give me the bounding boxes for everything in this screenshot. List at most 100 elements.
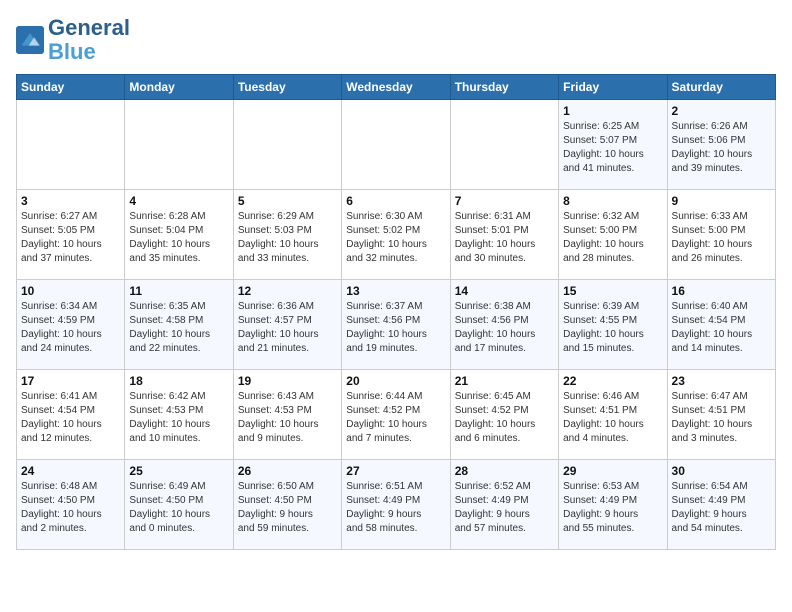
day-number: 11 [129,284,228,298]
day-number: 15 [563,284,662,298]
calendar-cell [17,100,125,190]
weekday-header: Friday [559,75,667,100]
calendar-cell: 25 Sunrise: 6:49 AM Sunset: 4:50 PM Dayli… [125,460,233,550]
calendar-cell: 14 Sunrise: 6:38 AM Sunset: 4:56 PM Dayli… [450,280,558,370]
day-number: 16 [672,284,771,298]
day-info: Sunrise: 6:52 AM Sunset: 4:49 PM Dayligh… [455,480,554,536]
day-number: 17 [21,374,120,388]
day-number: 14 [455,284,554,298]
day-number: 27 [346,464,445,478]
calendar-header: SundayMondayTuesdayWednesdayThursdayFrid… [17,75,776,100]
calendar-cell: 21 Sunrise: 6:45 AM Sunset: 4:52 PM Dayli… [450,370,558,460]
day-number: 5 [238,194,337,208]
day-number: 22 [563,374,662,388]
calendar-cell: 12 Sunrise: 6:36 AM Sunset: 4:57 PM Dayli… [233,280,341,370]
day-number: 9 [672,194,771,208]
logo: General Blue [16,16,130,64]
day-info: Sunrise: 6:25 AM Sunset: 5:07 PM Dayligh… [563,120,662,176]
day-info: Sunrise: 6:45 AM Sunset: 4:52 PM Dayligh… [455,390,554,446]
day-number: 20 [346,374,445,388]
calendar-cell: 6 Sunrise: 6:30 AM Sunset: 5:02 PM Daylig… [342,190,450,280]
calendar-cell [450,100,558,190]
day-number: 25 [129,464,228,478]
weekday-header: Monday [125,75,233,100]
calendar-cell: 29Sunrise: 6:53 AM Sunset: 4:49 PM Dayli… [559,460,667,550]
calendar-week: 10Sunrise: 6:34 AM Sunset: 4:59 PM Dayli… [17,280,776,370]
day-info: Sunrise: 6:50 AM Sunset: 4:50 PM Dayligh… [238,480,337,536]
day-info: Sunrise: 6:43 AM Sunset: 4:53 PM Dayligh… [238,390,337,446]
day-info: Sunrise: 6:51 AM Sunset: 4:49 PM Dayligh… [346,480,445,536]
calendar-cell: 11 Sunrise: 6:35 AM Sunset: 4:58 PM Dayli… [125,280,233,370]
calendar-cell: 4 Sunrise: 6:28 AM Sunset: 5:04 PM Daylig… [125,190,233,280]
day-info: Sunrise: 6:40 AM Sunset: 4:54 PM Dayligh… [672,300,771,356]
day-info: Sunrise: 6:31 AM Sunset: 5:01 PM Dayligh… [455,210,554,266]
calendar-week: 1Sunrise: 6:25 AM Sunset: 5:07 PM Daylig… [17,100,776,190]
calendar-cell [342,100,450,190]
day-number: 19 [238,374,337,388]
day-info: Sunrise: 6:42 AM Sunset: 4:53 PM Dayligh… [129,390,228,446]
day-info: Sunrise: 6:47 AM Sunset: 4:51 PM Dayligh… [672,390,771,446]
day-number: 6 [346,194,445,208]
logo-icon [16,26,44,54]
day-number: 4 [129,194,228,208]
day-number: 18 [129,374,228,388]
day-info: Sunrise: 6:39 AM Sunset: 4:55 PM Dayligh… [563,300,662,356]
calendar-cell: 26 Sunrise: 6:50 AM Sunset: 4:50 PM Dayli… [233,460,341,550]
calendar-body: 1Sunrise: 6:25 AM Sunset: 5:07 PM Daylig… [17,100,776,550]
day-number: 24 [21,464,120,478]
calendar-cell: 17 Sunrise: 6:41 AM Sunset: 4:54 PM Dayli… [17,370,125,460]
day-info: Sunrise: 6:54 AM Sunset: 4:49 PM Dayligh… [672,480,771,536]
day-info: Sunrise: 6:32 AM Sunset: 5:00 PM Dayligh… [563,210,662,266]
weekday-header: Saturday [667,75,775,100]
calendar-cell: 3 Sunrise: 6:27 AM Sunset: 5:05 PM Daylig… [17,190,125,280]
calendar-cell: 20 Sunrise: 6:44 AM Sunset: 4:52 PM Dayli… [342,370,450,460]
day-info: Sunrise: 6:53 AM Sunset: 4:49 PM Dayligh… [563,480,662,536]
calendar-cell: 24 Sunrise: 6:48 AM Sunset: 4:50 PM Dayli… [17,460,125,550]
calendar-table: SundayMondayTuesdayWednesdayThursdayFrid… [16,74,776,550]
day-number: 3 [21,194,120,208]
calendar-week: 24 Sunrise: 6:48 AM Sunset: 4:50 PM Dayli… [17,460,776,550]
day-number: 8 [563,194,662,208]
day-info: Sunrise: 6:35 AM Sunset: 4:58 PM Dayligh… [129,300,228,356]
weekday-header: Thursday [450,75,558,100]
day-info: Sunrise: 6:37 AM Sunset: 4:56 PM Dayligh… [346,300,445,356]
day-info: Sunrise: 6:48 AM Sunset: 4:50 PM Dayligh… [21,480,120,536]
calendar-cell: 23 Sunrise: 6:47 AM Sunset: 4:51 PM Dayli… [667,370,775,460]
day-number: 2 [672,104,771,118]
day-number: 13 [346,284,445,298]
calendar-cell: 15 Sunrise: 6:39 AM Sunset: 4:55 PM Dayli… [559,280,667,370]
day-info: Sunrise: 6:36 AM Sunset: 4:57 PM Dayligh… [238,300,337,356]
calendar-cell: 10Sunrise: 6:34 AM Sunset: 4:59 PM Dayli… [17,280,125,370]
weekday-header: Tuesday [233,75,341,100]
day-number: 21 [455,374,554,388]
calendar-week: 3 Sunrise: 6:27 AM Sunset: 5:05 PM Daylig… [17,190,776,280]
day-number: 26 [238,464,337,478]
calendar-cell: 1Sunrise: 6:25 AM Sunset: 5:07 PM Daylig… [559,100,667,190]
calendar-cell: 5 Sunrise: 6:29 AM Sunset: 5:03 PM Daylig… [233,190,341,280]
day-number: 23 [672,374,771,388]
day-info: Sunrise: 6:30 AM Sunset: 5:02 PM Dayligh… [346,210,445,266]
day-info: Sunrise: 6:49 AM Sunset: 4:50 PM Dayligh… [129,480,228,536]
calendar-cell [233,100,341,190]
calendar-cell: 18 Sunrise: 6:42 AM Sunset: 4:53 PM Dayli… [125,370,233,460]
day-info: Sunrise: 6:38 AM Sunset: 4:56 PM Dayligh… [455,300,554,356]
calendar-cell: 13 Sunrise: 6:37 AM Sunset: 4:56 PM Dayli… [342,280,450,370]
day-number: 12 [238,284,337,298]
day-info: Sunrise: 6:33 AM Sunset: 5:00 PM Dayligh… [672,210,771,266]
calendar-cell: 27 Sunrise: 6:51 AM Sunset: 4:49 PM Dayli… [342,460,450,550]
day-info: Sunrise: 6:44 AM Sunset: 4:52 PM Dayligh… [346,390,445,446]
logo-text: General Blue [48,16,130,64]
day-info: Sunrise: 6:26 AM Sunset: 5:06 PM Dayligh… [672,120,771,176]
day-info: Sunrise: 6:27 AM Sunset: 5:05 PM Dayligh… [21,210,120,266]
day-info: Sunrise: 6:28 AM Sunset: 5:04 PM Dayligh… [129,210,228,266]
day-number: 30 [672,464,771,478]
calendar-cell: 28 Sunrise: 6:52 AM Sunset: 4:49 PM Dayli… [450,460,558,550]
day-number: 10 [21,284,120,298]
day-info: Sunrise: 6:29 AM Sunset: 5:03 PM Dayligh… [238,210,337,266]
day-info: Sunrise: 6:41 AM Sunset: 4:54 PM Dayligh… [21,390,120,446]
calendar-cell: 19 Sunrise: 6:43 AM Sunset: 4:53 PM Dayli… [233,370,341,460]
calendar-cell [125,100,233,190]
calendar-cell: 7Sunrise: 6:31 AM Sunset: 5:01 PM Daylig… [450,190,558,280]
day-number: 28 [455,464,554,478]
page-header: General Blue [16,16,776,64]
